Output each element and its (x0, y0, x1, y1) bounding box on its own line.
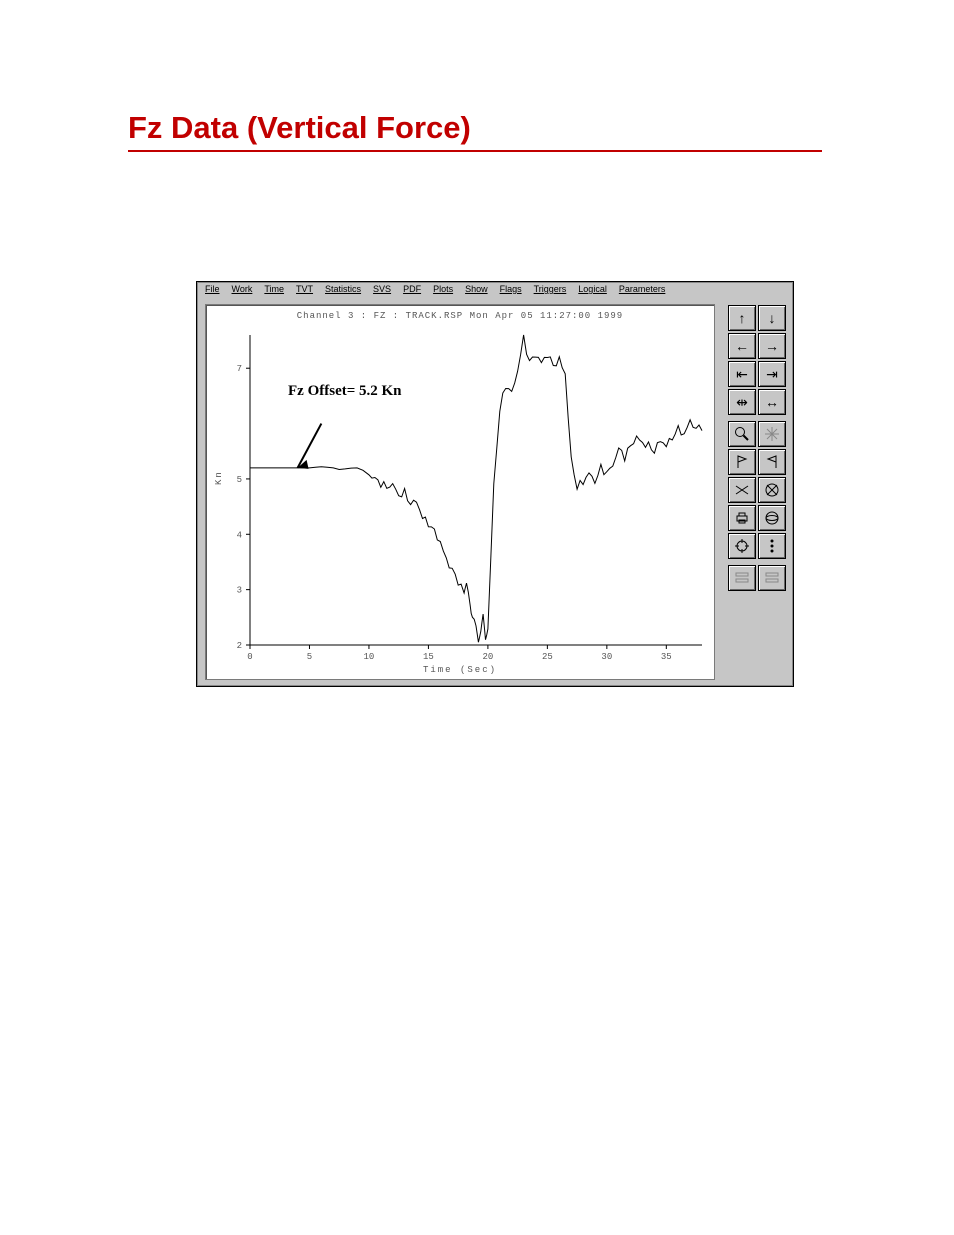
svg-text:4: 4 (237, 530, 242, 540)
svg-text:25: 25 (542, 652, 553, 662)
arrow-down-icon[interactable]: ↓ (758, 305, 786, 331)
menu-logical[interactable]: Logical (578, 284, 607, 302)
menu-pdf[interactable]: PDF (403, 284, 421, 302)
menu-show[interactable]: Show (465, 284, 488, 302)
flag-right-icon[interactable] (758, 449, 786, 475)
menu-plots[interactable]: Plots (433, 284, 453, 302)
goto-start-icon[interactable]: ⇤ (728, 361, 756, 387)
plot-application-window: File Work Time TVT Statistics SVS PDF Pl… (196, 281, 794, 687)
offset-annotation: Fz Offset= 5.2 Kn (288, 383, 402, 400)
disk-icon[interactable] (758, 505, 786, 531)
svg-text:10: 10 (364, 652, 375, 662)
cut-icon[interactable] (728, 477, 756, 503)
reticle-icon[interactable] (758, 421, 786, 447)
flag-left-icon[interactable] (728, 449, 756, 475)
svg-text:15: 15 (423, 652, 434, 662)
menu-parameters[interactable]: Parameters (619, 284, 666, 302)
menu-tvt[interactable]: TVT (296, 284, 313, 302)
heading-rule (128, 150, 822, 152)
menu-work[interactable]: Work (232, 284, 253, 302)
plot-svg: 2 3 4 5 7 0 5 10 15 20 25 30 35 (206, 305, 714, 679)
menu-svs[interactable]: SVS (373, 284, 391, 302)
arrow-up-icon[interactable]: ↑ (728, 305, 756, 331)
settings2-icon[interactable] (758, 565, 786, 591)
goto-end-icon[interactable]: ⇥ (758, 361, 786, 387)
menu-statistics[interactable]: Statistics (325, 284, 361, 302)
svg-text:35: 35 (661, 652, 672, 662)
zoom-icon[interactable] (728, 421, 756, 447)
svg-text:30: 30 (601, 652, 612, 662)
page-title: Fz Data (Vertical Force) (128, 110, 471, 146)
menubar: File Work Time TVT Statistics SVS PDF Pl… (197, 282, 793, 302)
settings1-icon[interactable] (728, 565, 756, 591)
no-entry-icon[interactable] (758, 477, 786, 503)
target-icon[interactable] (728, 533, 756, 559)
arrow-right-icon[interactable]: → (758, 333, 786, 359)
stretch-icon[interactable]: ↔ (758, 389, 786, 415)
svg-text:5: 5 (307, 652, 312, 662)
arrow-left-icon[interactable]: ← (728, 333, 756, 359)
menu-triggers[interactable]: Triggers (534, 284, 567, 302)
tool-palette: ↑ ↓ ← → ⇤ ⇥ ⇹ ↔ (727, 304, 787, 592)
more-icon[interactable] (758, 533, 786, 559)
svg-text:5: 5 (237, 475, 242, 485)
print-icon[interactable] (728, 505, 756, 531)
svg-text:7: 7 (237, 364, 242, 374)
menu-flags[interactable]: Flags (500, 284, 522, 302)
menu-time[interactable]: Time (264, 284, 284, 302)
svg-text:0: 0 (247, 652, 252, 662)
fit-width-icon[interactable]: ⇹ (728, 389, 756, 415)
svg-text:20: 20 (482, 652, 493, 662)
svg-text:3: 3 (237, 586, 242, 596)
menu-file[interactable]: File (205, 284, 220, 302)
plot-canvas: Channel 3 : FZ : TRACK.RSP Mon Apr 05 11… (205, 304, 715, 680)
svg-text:2: 2 (237, 641, 242, 651)
